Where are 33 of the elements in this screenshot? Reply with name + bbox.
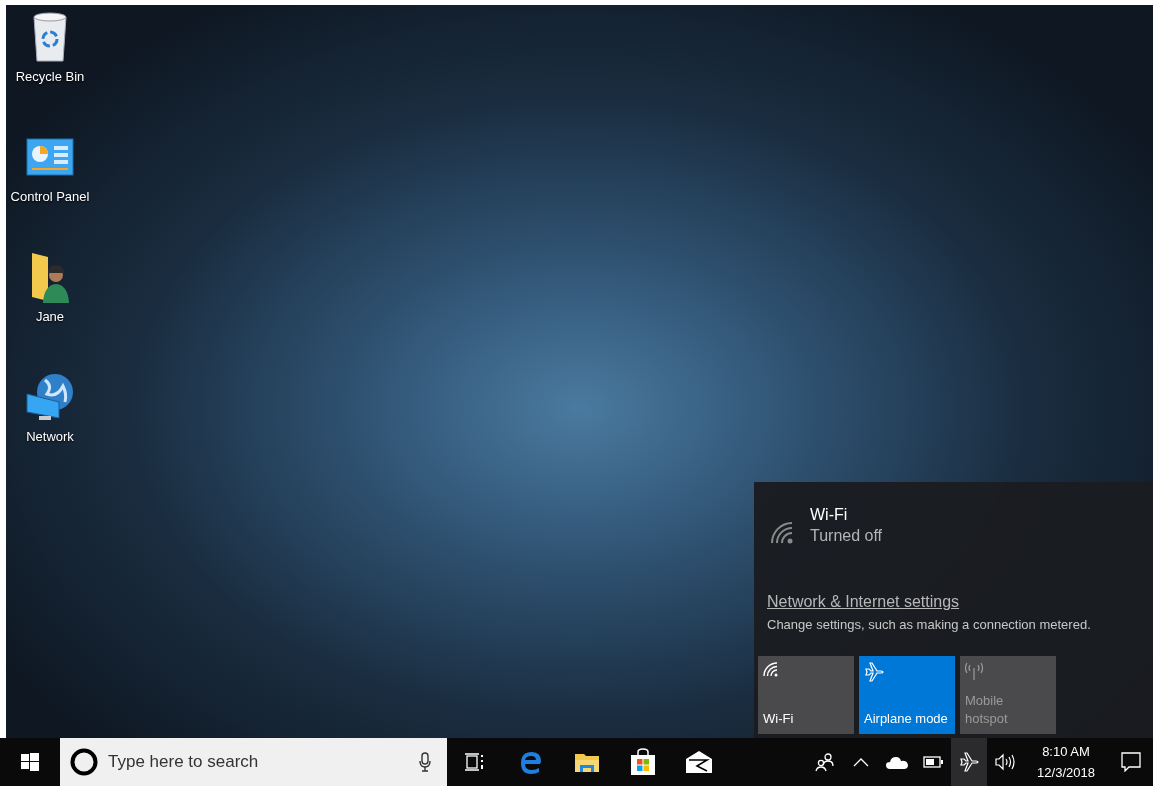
settings-description: Change settings, such as making a connection metered. [767, 617, 1092, 632]
microphone-icon[interactable] [419, 752, 431, 772]
speech-bubble-icon [1121, 752, 1141, 772]
recycle-bin-icon[interactable] [30, 11, 70, 63]
desktop-icon-label[interactable]: Control Panel [10, 189, 90, 204]
windows-logo-icon [21, 753, 39, 771]
clock[interactable]: 8:10 AM 12/3/2018 [1023, 744, 1109, 780]
airplane-icon [959, 752, 979, 772]
desktop-icon-label[interactable]: Recycle Bin [15, 69, 85, 84]
clock-time: 8:10 AM [1042, 744, 1090, 759]
wifi-status: Turned off [810, 527, 883, 545]
desktop-icon-label[interactable]: Jane [35, 309, 65, 324]
wifi-icon [763, 662, 779, 677]
settings-link[interactable]: Network & Internet settings [767, 593, 960, 611]
task-view-icon [465, 753, 485, 771]
search-field[interactable]: Type here to search [106, 751, 411, 773]
cortana-circle-icon [70, 748, 98, 776]
globe-monitor-icon[interactable] [25, 371, 75, 423]
speaker-icon [995, 753, 1015, 771]
people-icon [815, 752, 835, 772]
browser-e-icon [519, 750, 543, 774]
envelope-icon [685, 750, 713, 774]
airplane-button[interactable] [951, 738, 987, 786]
folder-icon [575, 751, 599, 773]
search-box[interactable]: Type here to search [60, 738, 447, 786]
clock-date: 12/3/2018 [1037, 765, 1095, 780]
airplane-icon [864, 662, 884, 682]
desktop-icon-label[interactable]: Network [26, 429, 74, 444]
quick-action-tile[interactable]: Airplane mode [859, 656, 955, 734]
wifi-title: Wi-Fi [810, 506, 849, 524]
quick-action-tile[interactable]: Wi-Fi [758, 656, 854, 734]
shopping-bag-icon [630, 748, 656, 776]
antenna-icon [965, 662, 983, 680]
